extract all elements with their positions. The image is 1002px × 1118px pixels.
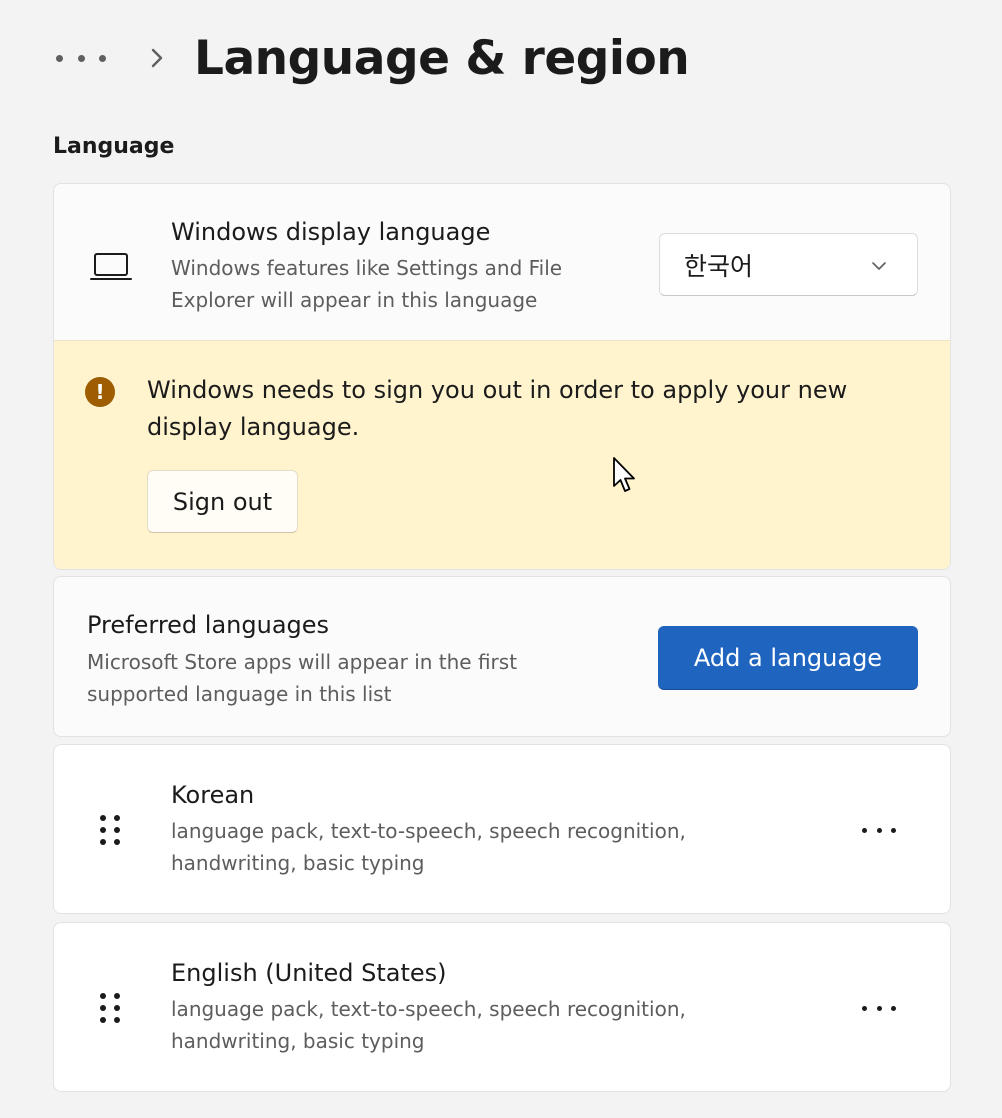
sign-out-button[interactable]: Sign out: [147, 470, 298, 533]
more-options-icon[interactable]: [862, 820, 896, 840]
page-header: Language & region: [56, 26, 690, 90]
warning-message: Windows needs to sign you out in order t…: [147, 376, 848, 441]
preferred-languages-title: Preferred languages: [87, 611, 330, 639]
more-options-icon[interactable]: [862, 998, 896, 1018]
page-title: Language & region: [194, 30, 690, 86]
more-horizontal-icon[interactable]: [56, 48, 106, 68]
section-label-language: Language: [53, 134, 175, 159]
language-item-english-united-states[interactable]: English (United States) language pack, t…: [53, 922, 951, 1092]
settings-page: Language & region Language Windows displ…: [0, 0, 1002, 1118]
mouse-cursor-icon: [612, 456, 638, 496]
language-features: language pack, text-to-speech, speech re…: [171, 819, 686, 875]
preferred-languages-card: Preferred languages Microsoft Store apps…: [53, 576, 951, 737]
display-language-card: Windows display language Windows feature…: [53, 183, 951, 570]
drag-handle-icon[interactable]: [98, 991, 122, 1025]
display-language-dropdown[interactable]: 한국어: [659, 233, 918, 296]
language-item-korean[interactable]: Korean language pack, text-to-speech, sp…: [53, 744, 951, 914]
chevron-right-icon: [150, 47, 164, 69]
language-name: Korean: [171, 781, 255, 809]
laptop-icon: [90, 252, 132, 282]
chevron-down-icon: [871, 258, 887, 272]
display-language-selected: 한국어: [684, 251, 754, 281]
warning-icon: !: [85, 377, 115, 407]
display-language-title: Windows display language: [171, 218, 491, 246]
display-language-row: Windows display language Windows feature…: [54, 184, 950, 340]
display-language-description: Windows features like Settings and File …: [171, 256, 563, 312]
language-name: English (United States): [171, 959, 447, 987]
sign-out-warning-banner: ! Windows needs to sign you out in order…: [54, 340, 950, 569]
drag-handle-icon[interactable]: [98, 813, 122, 847]
add-a-language-button[interactable]: Add a language: [658, 626, 918, 690]
preferred-languages-description: Microsoft Store apps will appear in the …: [87, 650, 518, 706]
language-features: language pack, text-to-speech, speech re…: [171, 997, 686, 1053]
